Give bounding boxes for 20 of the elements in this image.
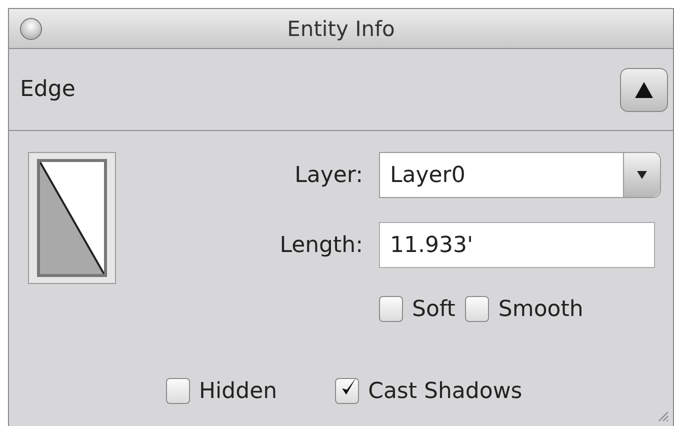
up-triangle-icon <box>634 80 654 98</box>
dropdown-arrow-icon <box>637 171 647 179</box>
checkbox-label: Soft <box>412 296 456 322</box>
window-title: Entity Info <box>287 16 395 40</box>
checkbox[interactable] <box>465 296 490 322</box>
layer-dropdown[interactable]: Layer0 <box>379 152 661 198</box>
entity-type: Edge <box>20 77 76 102</box>
checkbox-label: Smooth <box>498 296 584 322</box>
checkbox[interactable] <box>379 296 403 322</box>
checkbox-label: Cast Shadows <box>368 378 522 404</box>
checkbox[interactable] <box>335 378 360 404</box>
material-swatch[interactable] <box>28 152 116 284</box>
resize-grip-icon[interactable] <box>657 410 669 422</box>
close-button[interactable] <box>20 18 42 40</box>
length-label: Length: <box>280 232 363 258</box>
checkbox-label: Hidden <box>199 378 278 404</box>
layer-label: Layer: <box>294 162 363 188</box>
length-field[interactable]: 11.933' <box>379 222 655 268</box>
checkbox[interactable] <box>166 378 190 404</box>
collapse-button[interactable] <box>620 68 668 112</box>
